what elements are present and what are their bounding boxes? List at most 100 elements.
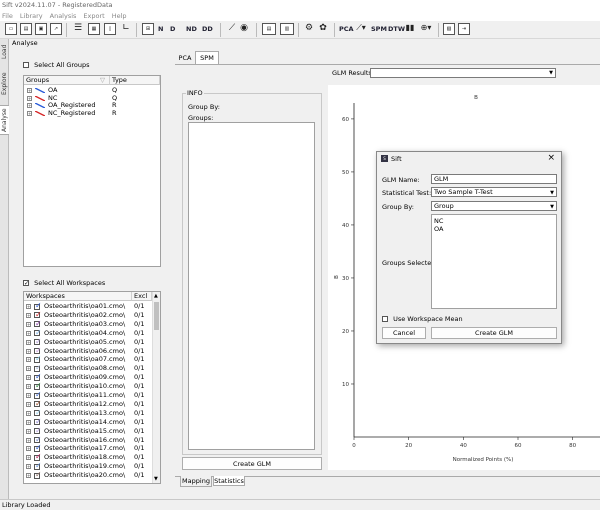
groups-selected-list[interactable]: NC OA: [431, 214, 557, 309]
workspace-row[interactable]: + ✓ Osteoarthritis\oa09.cmo\ 0/1: [24, 373, 152, 382]
groups-selected-item[interactable]: NC: [434, 217, 554, 225]
expand-icon[interactable]: +: [26, 339, 31, 345]
export-window-icon[interactable]: ⇥: [458, 23, 470, 35]
menu-file[interactable]: File: [2, 12, 13, 20]
tab-analyse[interactable]: Analyse: [0, 105, 9, 135]
glm-results-combo[interactable]: ▼: [370, 68, 556, 78]
workspace-row[interactable]: + ✓ Osteoarthritis\oa03.cmo\ 0/1: [24, 320, 152, 329]
spm-button[interactable]: SPM: [371, 25, 387, 33]
menu-help[interactable]: Help: [112, 12, 127, 20]
workspace-row[interactable]: + ✓ Osteoarthritis\oa05.cmo\ 0/1: [24, 337, 152, 347]
expand-icon[interactable]: +: [26, 348, 31, 354]
groups-column-header[interactable]: Groups ▽: [24, 76, 110, 85]
expand-icon[interactable]: +: [26, 357, 31, 363]
tab-pca[interactable]: PCA: [175, 52, 195, 64]
expand-icon[interactable]: +: [26, 473, 31, 479]
workspaces-scrollbar[interactable]: ▲ ▼: [152, 292, 160, 483]
expand-icon[interactable]: +: [26, 393, 31, 398]
workspace-row[interactable]: + ✓ Osteoarthritis\oa14.cmo\ 0/1: [24, 417, 152, 427]
export-icon[interactable]: ↗: [50, 23, 62, 35]
eye-dropdown-icon[interactable]: ◉: [238, 23, 250, 35]
expand-icon[interactable]: +: [26, 384, 31, 390]
workspace-row[interactable]: + ✓ Osteoarthritis\oa07.cmo\ 0/1: [24, 355, 152, 364]
chart-l-icon[interactable]: ∟: [120, 23, 132, 35]
table-icon[interactable]: ▦: [88, 23, 100, 35]
stat-test-select[interactable]: Two Sample T-Test ▼: [431, 187, 557, 197]
trend-icon[interactable]: ⟋▾: [355, 23, 367, 35]
dd-button[interactable]: D: [170, 25, 175, 33]
expand-icon[interactable]: +: [26, 446, 31, 452]
close-icon[interactable]: ×: [547, 153, 555, 163]
workspace-row[interactable]: + ✓ Osteoarthritis\oa13.cmo\ 0/1: [24, 409, 152, 418]
tab-mapping[interactable]: Mapping: [180, 476, 212, 487]
menu-export[interactable]: Export: [83, 12, 104, 20]
workspace-row[interactable]: + ✓ Osteoarthritis\oa04.cmo\ 0/1: [24, 328, 152, 338]
scroll-down-icon[interactable]: ▼: [154, 476, 158, 482]
new-file-icon[interactable]: ▭: [5, 23, 17, 35]
film-icon[interactable]: ▥: [280, 23, 294, 35]
expand-icon[interactable]: +: [26, 464, 31, 470]
tab-spm[interactable]: SPM: [195, 51, 219, 64]
filter-icon[interactable]: ▽: [100, 76, 105, 85]
use-workspace-mean[interactable]: Use Workspace Mean: [382, 315, 463, 323]
expand-icon[interactable]: +: [27, 88, 32, 93]
expand-icon[interactable]: +: [26, 375, 31, 381]
workspace-row[interactable]: + ✓ Osteoarthritis\oa08.cmo\ 0/1: [24, 364, 152, 373]
save-icon[interactable]: ▣: [35, 23, 47, 35]
pca-button[interactable]: PCA: [339, 25, 354, 33]
dialog-create-glm-button[interactable]: Create GLM: [431, 327, 557, 339]
expand-icon[interactable]: +: [26, 304, 31, 309]
workspace-row[interactable]: + ✓ Osteoarthritis\oa18.cmo\ 0/1: [24, 453, 152, 462]
group-by-select[interactable]: Group ▼: [431, 201, 557, 211]
workspace-row[interactable]: + ✓ Osteoarthritis\oa06.cmo\ 0/1: [24, 346, 152, 356]
expand-icon[interactable]: +: [26, 312, 31, 318]
expand-icon[interactable]: +: [26, 401, 31, 407]
workspace-row[interactable]: + ✓ Osteoarthritis\oa17.cmo\ 0/1: [24, 444, 152, 453]
menu-analysis[interactable]: Analysis: [50, 12, 77, 20]
expand-icon[interactable]: +: [27, 95, 32, 101]
grid-icon[interactable]: ▤: [262, 23, 276, 35]
nd-label[interactable]: ND: [186, 25, 197, 33]
workspaces-column-header[interactable]: Workspaces: [24, 292, 132, 301]
workspace-row[interactable]: + ✓ Osteoarthritis\oa12.cmo\ 0/1: [24, 400, 152, 409]
expand-icon[interactable]: +: [27, 103, 32, 108]
workspace-row[interactable]: + ✓ Osteoarthritis\oa16.cmo\ 0/1: [24, 435, 152, 445]
workspace-row[interactable]: + ✓ Osteoarthritis\oa10.cmo\ 0/1: [24, 382, 152, 391]
expand-icon[interactable]: +: [27, 110, 32, 116]
create-glm-button[interactable]: Create GLM: [182, 457, 322, 470]
expand-icon[interactable]: +: [26, 410, 31, 416]
workspace-row[interactable]: + ✓ Osteoarthritis\oa01.cmo\ 0/1: [24, 302, 152, 311]
excl-column-header[interactable]: Excl: [132, 292, 152, 301]
tab-load[interactable]: Load: [0, 41, 9, 63]
select-all-groups-checkbox[interactable]: [23, 62, 29, 68]
dd-label[interactable]: DD: [202, 25, 213, 33]
select-all-groups[interactable]: Select All Groups: [23, 61, 90, 69]
dtw-button[interactable]: DTW: [388, 25, 405, 33]
filter-sliders-icon[interactable]: ☰: [72, 23, 84, 35]
expand-icon[interactable]: +: [26, 321, 31, 327]
cancel-button[interactable]: Cancel: [382, 327, 426, 339]
group-row[interactable]: + OA Q: [24, 86, 160, 95]
bars-icon[interactable]: ▮▮: [404, 23, 416, 35]
expand-icon[interactable]: +: [26, 455, 31, 461]
select-all-workspaces-checkbox[interactable]: [23, 280, 29, 286]
globe-dropdown-icon[interactable]: ⊕▾: [420, 23, 432, 35]
expand-icon[interactable]: +: [26, 366, 31, 372]
type-column-header[interactable]: Type: [110, 76, 160, 85]
group-row[interactable]: + NC_Registered R: [24, 109, 160, 118]
nd-button[interactable]: N: [158, 25, 163, 33]
workspace-row[interactable]: + ✓ Osteoarthritis\oa15.cmo\ 0/1: [24, 426, 152, 436]
document-icon[interactable]: ▯: [104, 23, 116, 35]
use-workspace-mean-checkbox[interactable]: [382, 316, 388, 322]
scrollbar-thumb[interactable]: [154, 302, 159, 330]
image-icon[interactable]: ▧: [443, 23, 455, 35]
tab-explore[interactable]: Explore: [0, 67, 9, 101]
expand-icon[interactable]: +: [26, 419, 31, 425]
tree-icon[interactable]: ⊞: [142, 23, 154, 35]
line-chart-icon[interactable]: ⟋: [226, 23, 238, 35]
workspace-row[interactable]: + ✓ Osteoarthritis\oa02.cmo\ 0/1: [24, 311, 152, 320]
groups-selected-item[interactable]: OA: [434, 225, 554, 233]
select-all-workspaces[interactable]: Select All Workspaces: [23, 279, 105, 287]
expand-icon[interactable]: +: [26, 437, 31, 443]
glm-name-input[interactable]: GLM: [431, 174, 557, 184]
